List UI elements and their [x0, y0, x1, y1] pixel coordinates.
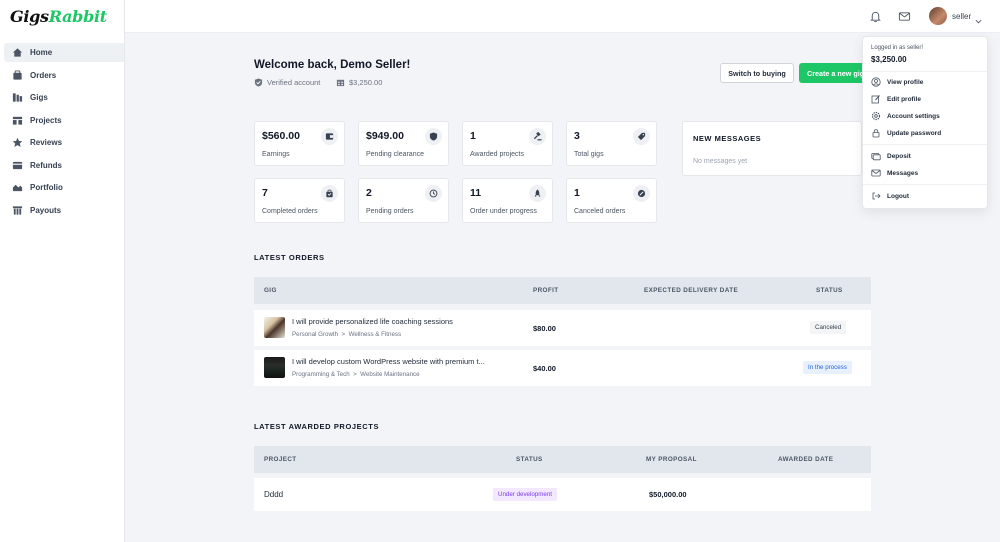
stat-card-completed-orders: 7 Completed orders	[254, 178, 345, 223]
edit-icon	[871, 94, 881, 104]
gig-title[interactable]: I will develop custom WordPress website …	[292, 357, 485, 366]
tag-icon	[633, 128, 650, 145]
sidebar-item-refunds[interactable]: Refunds	[4, 156, 124, 175]
sidebar-item-label: Home	[30, 48, 53, 57]
rocket-icon	[529, 185, 546, 202]
divider	[863, 71, 987, 72]
avatar[interactable]	[929, 7, 947, 25]
sidebar-item-label: Payouts	[30, 205, 62, 215]
page-title: Welcome back, Demo Seller!	[254, 59, 411, 71]
sidebar-item-label: Portfolio	[30, 183, 63, 192]
sidebar: GigsRabbit Home Orders Gigs Projects Rev…	[0, 0, 125, 542]
user-dropdown-menu: Logged in as seller! $3,250.00 View prof…	[862, 36, 988, 209]
sidebar-item-label: Refunds	[30, 160, 62, 170]
sidebar-item-home[interactable]: Home	[4, 43, 124, 62]
sidebar-item-projects[interactable]: Projects	[4, 111, 124, 130]
menu-item-messages[interactable]: Messages	[871, 168, 918, 178]
stat-card-awarded-projects: 1 Awarded projects	[462, 121, 553, 166]
gig-thumbnail	[264, 317, 285, 338]
project-name[interactable]: Dddd	[264, 490, 283, 499]
latest-projects-title: LATEST AWARDED PROJECTS	[254, 422, 380, 431]
lock-icon	[871, 128, 881, 138]
gig-title[interactable]: I will provide personalized life coachin…	[292, 317, 453, 326]
stat-card-pending-clearance: $949.00 Pending clearance	[358, 121, 449, 166]
stat-card-order-under-progress: 11 Order under progress	[462, 178, 553, 223]
menu-item-logout[interactable]: Logout	[871, 191, 909, 201]
bag-check-icon	[321, 185, 338, 202]
logout-icon	[871, 191, 881, 201]
user-circle-icon	[871, 77, 881, 87]
orders-icon	[12, 69, 23, 81]
gig-thumbnail	[264, 357, 285, 378]
new-messages-card: NEW MESSAGES No messages yet	[682, 121, 862, 176]
wallet-icon	[321, 128, 338, 145]
status-badge: In the process	[803, 361, 852, 374]
order-profit: $40.00	[533, 364, 556, 373]
dropdown-balance: $3,250.00	[871, 55, 907, 64]
latest-orders-title: LATEST ORDERS	[254, 253, 325, 262]
table-row[interactable]: Dddd Under development $50,000.00	[254, 478, 871, 511]
logo[interactable]: GigsRabbit	[10, 7, 107, 26]
sidebar-item-portfolio[interactable]: Portfolio	[4, 178, 124, 197]
menu-item-view-profile[interactable]: View profile	[871, 77, 923, 87]
gavel-icon	[529, 128, 546, 145]
refunds-icon	[12, 160, 23, 171]
menu-item-update-password[interactable]: Update password	[871, 128, 941, 138]
status-badge: Under development	[493, 488, 558, 501]
sidebar-item-reviews[interactable]: Reviews	[4, 133, 124, 152]
mail-icon	[871, 168, 881, 178]
project-proposal: $50,000.00	[649, 490, 687, 499]
stat-card-earnings: $560.00 Earnings	[254, 121, 345, 166]
cancel-icon	[633, 185, 650, 202]
verified-status: Verified account	[254, 78, 320, 87]
sidebar-item-payouts[interactable]: Payouts	[4, 201, 124, 220]
status-badge: Canceled	[810, 321, 847, 334]
sidebar-item-label: Gigs	[30, 93, 48, 102]
menu-item-account-settings[interactable]: Account settings	[871, 111, 940, 121]
divider	[863, 144, 987, 145]
home-icon	[12, 47, 23, 58]
sidebar-item-label: Projects	[30, 115, 62, 125]
balance-status: $3,250.00	[336, 78, 382, 87]
sidebar-item-orders[interactable]: Orders	[4, 66, 124, 85]
gigs-icon	[12, 92, 23, 103]
stat-card-pending-orders: 2 Pending orders	[358, 178, 449, 223]
table-row[interactable]: I will develop custom WordPress website …	[254, 350, 871, 386]
gig-category: Programming & Tech > Website Maintenance	[292, 371, 420, 378]
chevron-down-icon[interactable]	[975, 12, 982, 30]
switch-to-buying-button[interactable]: Switch to buying	[720, 63, 794, 83]
username[interactable]: seller	[952, 12, 971, 21]
sidebar-item-label: Orders	[30, 70, 57, 80]
mail-icon[interactable]	[898, 10, 911, 23]
table-row[interactable]: I will provide personalized life coachin…	[254, 310, 871, 346]
stat-card-total-gigs: 3 Total gigs	[566, 121, 657, 166]
divider	[863, 184, 987, 185]
history-icon	[425, 185, 442, 202]
shield-check-icon	[254, 78, 263, 87]
bell-icon[interactable]	[869, 10, 882, 23]
gear-icon	[871, 111, 881, 121]
deposit-icon	[871, 151, 881, 161]
star-icon	[12, 137, 23, 148]
new-messages-title: NEW MESSAGES	[693, 134, 762, 143]
shield-icon	[425, 128, 442, 145]
projects-icon	[12, 115, 23, 126]
gig-category: Personal Growth > Wellness & Fitness	[292, 331, 402, 338]
building-icon	[336, 79, 345, 87]
sidebar-item-label: Reviews	[30, 138, 63, 147]
order-profit: $80.00	[533, 324, 556, 333]
sidebar-nav: Home Orders Gigs Projects Reviews Refund…	[4, 43, 124, 223]
orders-table-header: GIG PROFIT EXPECTED DELIVERY DATE STATUS	[254, 277, 871, 304]
projects-table-header: PROJECT STATUS MY PROPOSAL AWARDED DATE	[254, 446, 871, 473]
menu-item-edit-profile[interactable]: Edit profile	[871, 94, 921, 104]
sidebar-item-gigs[interactable]: Gigs	[4, 88, 124, 107]
stat-card-canceled-orders: 1 Canceled orders	[566, 178, 657, 223]
logged-in-label: Logged in as seller!	[871, 45, 924, 51]
payouts-icon	[12, 205, 23, 216]
portfolio-icon	[12, 182, 23, 193]
menu-item-deposit[interactable]: Deposit	[871, 151, 911, 161]
no-messages-text: No messages yet	[693, 158, 748, 165]
